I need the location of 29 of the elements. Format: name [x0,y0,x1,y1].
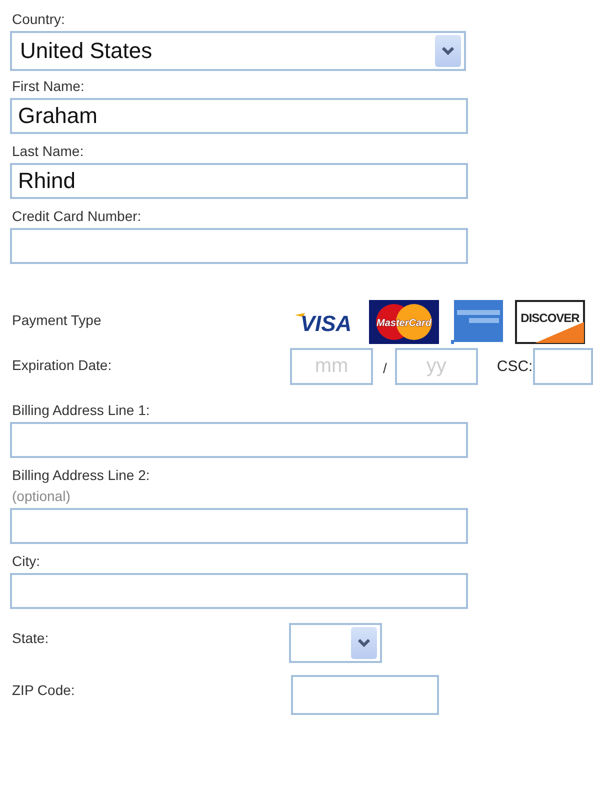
text-field[interactable] [10,228,468,264]
text-field[interactable] [10,573,468,609]
text-field[interactable]: Graham [10,98,468,134]
visa-logo: VISA [295,307,357,337]
text-field[interactable] [10,508,468,544]
field-label: Payment Type [11,311,102,329]
field-label: City: [12,552,40,570]
optional-hint: (optional) [12,487,70,505]
zip-field[interactable] [291,675,439,715]
field-label: ZIP Code: [11,681,76,699]
field-label: Billing Address Line 1: [12,401,150,419]
date-separator: / [383,360,387,376]
state-select[interactable] [289,623,382,663]
field-label: Expiration Date: [11,356,113,374]
field-label: Credit Card Number: [12,207,142,225]
discover-logo: DISCOVER [515,300,585,344]
csc-label: CSC: [496,358,533,375]
field-label: Last Name: [12,142,84,160]
field-label: Country: [12,10,65,28]
csc-field[interactable] [532,348,593,385]
amex-logo [451,300,503,344]
field-label: Billing Address Line 2: [12,466,150,484]
field-label: State: [11,629,50,647]
text-field[interactable] [10,422,468,458]
country-select[interactable]: United States [10,31,466,71]
text-field[interactable]: Rhind [10,163,468,199]
chevron-down-icon [358,638,370,648]
chevron-down-icon [442,46,454,56]
field-label: First Name: [12,77,84,95]
